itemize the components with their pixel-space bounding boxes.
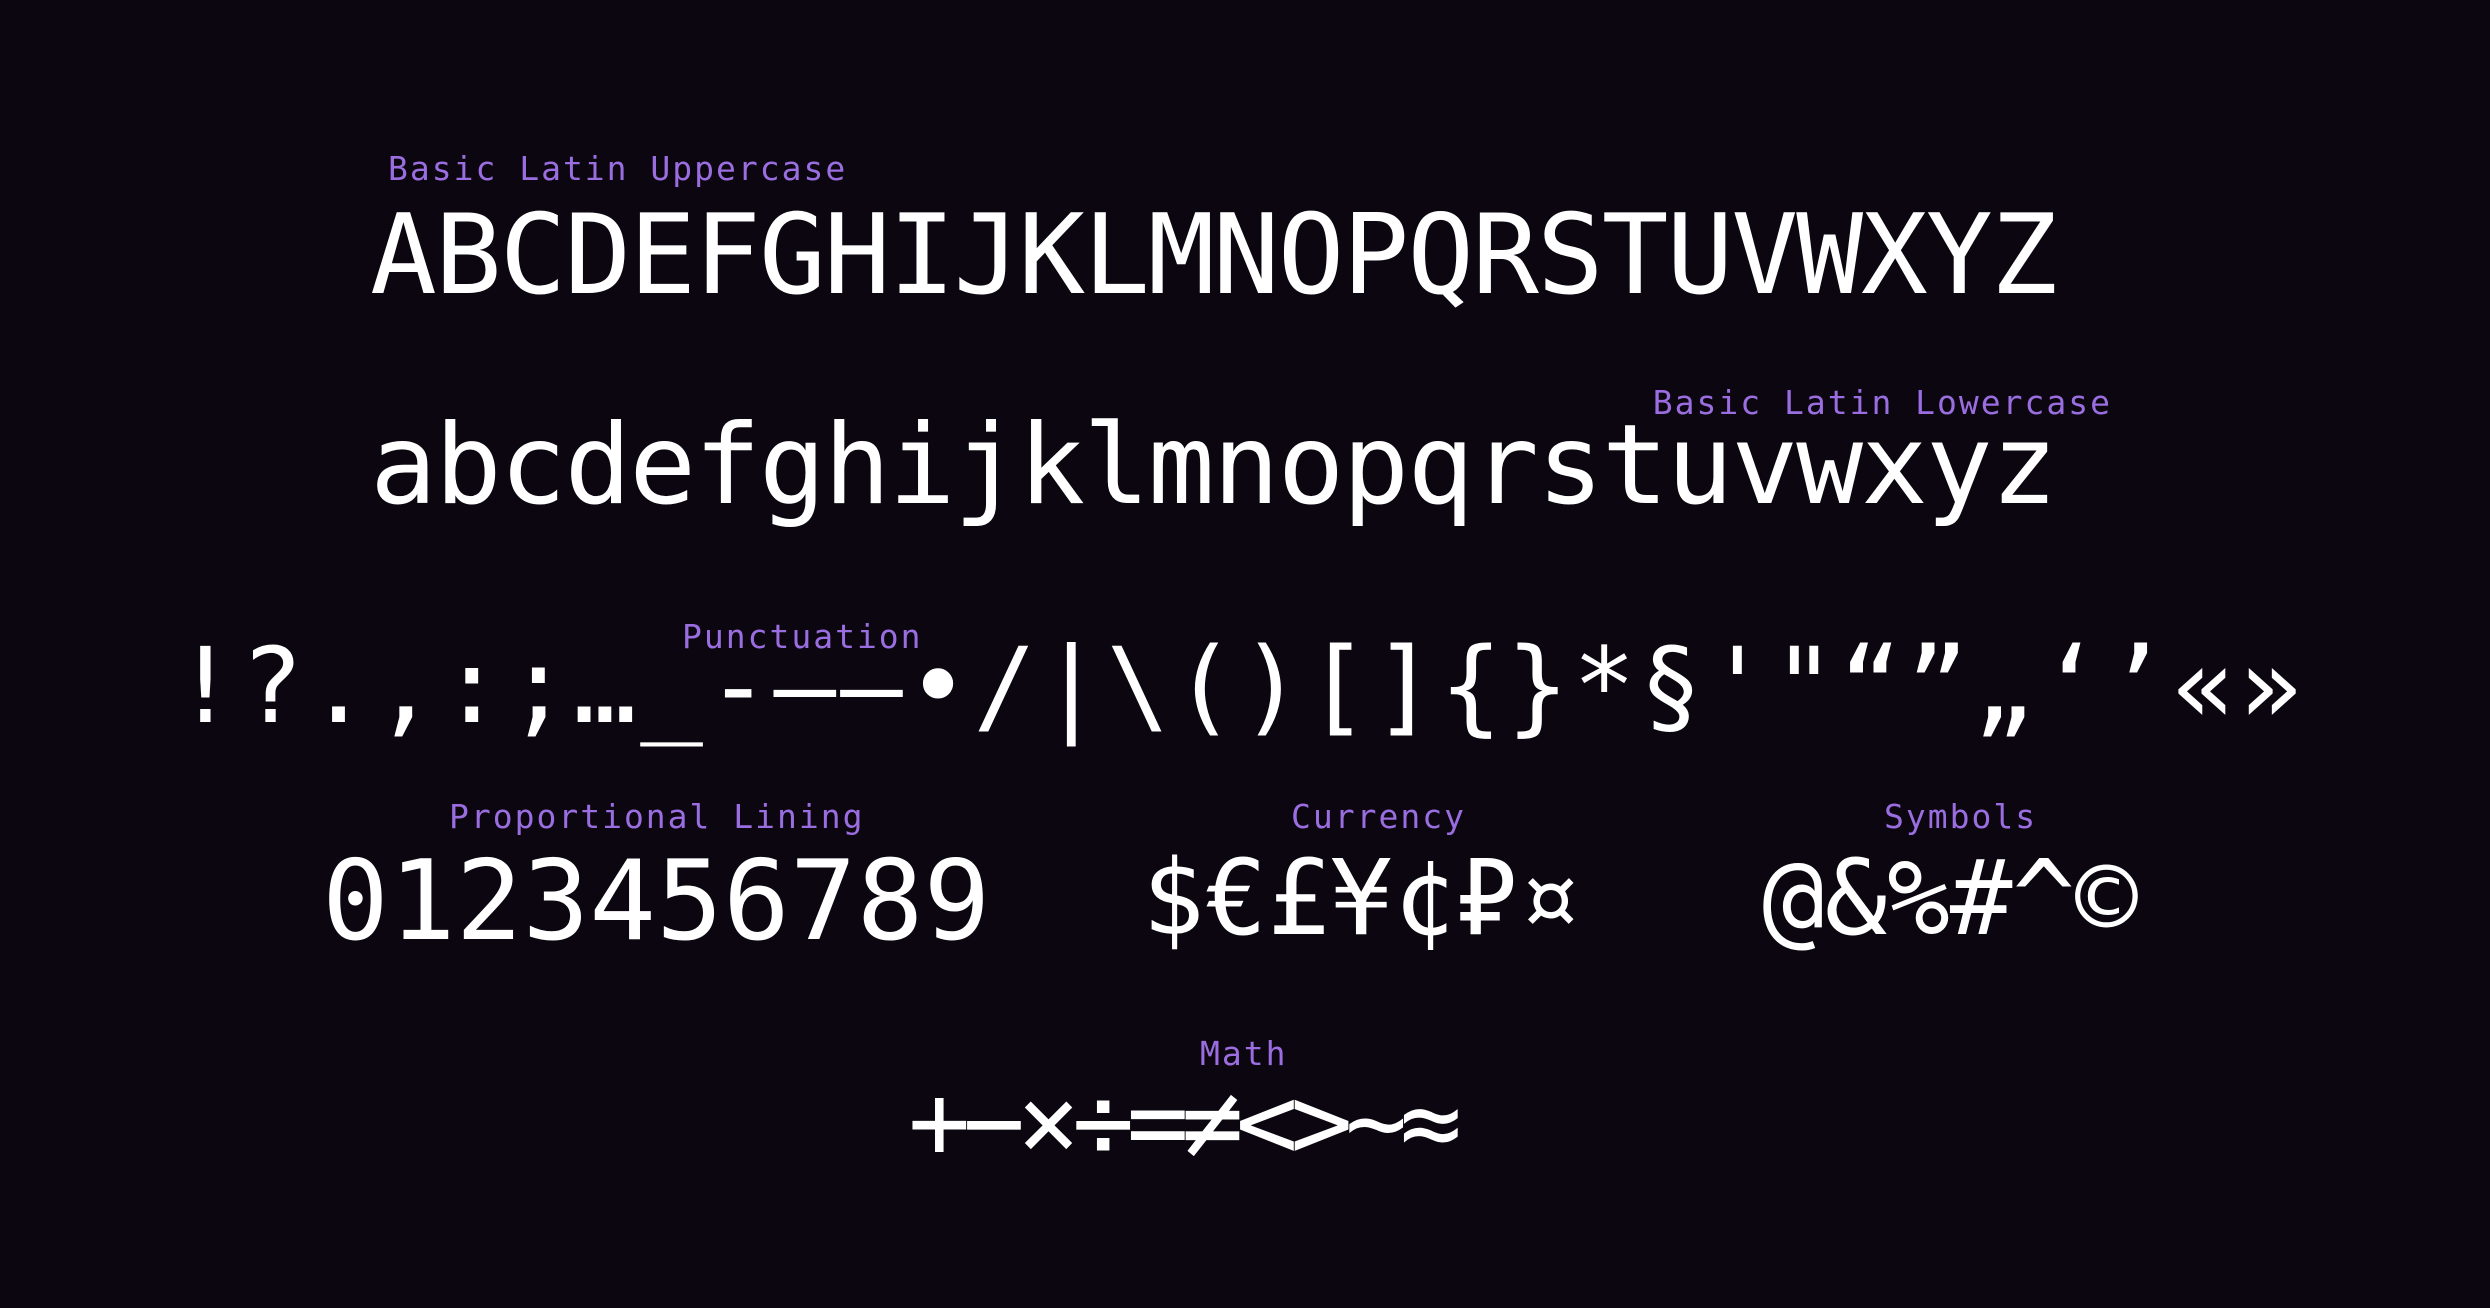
glyph-set-currency: $€£¥¢₽¤ [1142,837,1581,959]
glyph-set-figures: 0123456789 [322,837,991,966]
glyph-set-punctuation: !?.,:;…_‐–—•/|\()[]{}*§'"“”„‘’«» [174,625,2306,747]
section-label-proportional-lining: Proportional Lining [449,797,865,836]
glyph-set-lowercase: abcdefghijklmnopqrstuvwxyz [370,401,2058,530]
section-label-uppercase: Basic Latin Uppercase [388,149,848,188]
glyph-set-math: +−×÷=≠<>~≈ [908,1061,1462,1183]
section-label-symbols: Symbols [1884,797,2038,836]
section-label-currency: Currency [1291,797,1466,836]
glyph-set-uppercase: ABCDEFGHIJKLMNOPQRSTUVWXYZ [370,191,2058,320]
glyph-set-symbols: @&%#^© [1762,837,2138,959]
type-specimen-canvas: Basic Latin Uppercase ABCDEFGHIJKLMNOPQR… [0,0,2490,1308]
